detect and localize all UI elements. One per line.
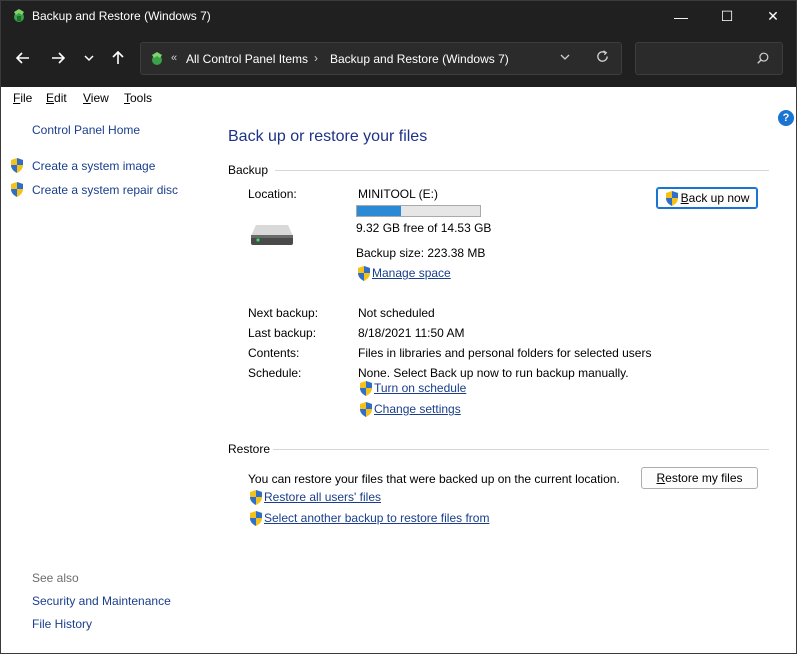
forward-button[interactable] <box>47 45 69 71</box>
create-repair-disc-link[interactable]: Create a system repair disc <box>32 183 178 197</box>
contents-value: Files in libraries and personal folders … <box>358 346 652 360</box>
schedule-value: None. Select Back up now to run backup m… <box>358 366 629 380</box>
maximize-button[interactable]: ☐ <box>704 1 750 32</box>
maximize-icon: ☐ <box>720 8 734 24</box>
turn-on-schedule-link[interactable]: Turn on schedule <box>374 381 466 395</box>
shield-icon <box>250 490 262 505</box>
security-maintenance-link[interactable]: Security and Maintenance <box>32 594 171 608</box>
minimize-icon: — <box>674 8 688 25</box>
search-input[interactable] <box>635 42 783 75</box>
restore-all-users-link[interactable]: Restore all users' files <box>264 490 381 504</box>
minimize-button[interactable]: — <box>658 1 704 32</box>
navigation-bar: « All Control Panel Items › Backup and R… <box>1 32 796 87</box>
arrow-up-icon <box>112 50 124 64</box>
backup-app-icon <box>14 9 24 22</box>
see-also-heading: See also <box>32 571 79 585</box>
address-dropdown-icon[interactable] <box>559 51 571 63</box>
shield-icon <box>360 402 372 417</box>
back-button[interactable] <box>12 45 34 71</box>
schedule-label: Schedule: <box>248 366 302 380</box>
recent-locations-button[interactable] <box>78 45 100 71</box>
close-icon: ✕ <box>767 8 779 24</box>
close-button[interactable]: ✕ <box>750 1 796 32</box>
chevron-down-icon <box>84 55 94 62</box>
control-panel-home-link[interactable]: Control Panel Home <box>32 123 140 137</box>
page-title: Back up or restore your files <box>228 128 428 145</box>
restore-section-heading: Restore <box>228 442 271 456</box>
free-space-text: 9.32 GB free of 14.53 GB <box>356 221 492 235</box>
breadcrumb-backup-restore[interactable]: Backup and Restore (Windows 7) <box>330 52 509 66</box>
breadcrumb-separator-icon[interactable]: › <box>314 51 318 65</box>
drive-usage-fill <box>357 206 402 216</box>
shield-icon <box>11 182 23 197</box>
up-button[interactable] <box>107 45 129 71</box>
refresh-icon[interactable] <box>595 49 610 64</box>
file-history-link[interactable]: File History <box>32 617 92 631</box>
window-title: Backup and Restore (Windows 7) <box>32 9 211 23</box>
last-backup-label: Last backup: <box>248 326 317 340</box>
help-icon[interactable]: ? <box>778 110 794 126</box>
control-panel-icon <box>152 52 162 65</box>
title-bar: Backup and Restore (Windows 7) — ☐ ✕ <box>1 1 796 32</box>
contents-label: Contents: <box>248 346 300 360</box>
next-backup-value: Not scheduled <box>358 306 435 320</box>
search-icon <box>757 52 769 64</box>
select-another-backup-link[interactable]: Select another backup to restore files f… <box>264 511 489 525</box>
restore-divider <box>273 449 769 450</box>
restore-my-files-button[interactable]: Restore my files <box>641 467 758 489</box>
shield-icon <box>250 511 262 526</box>
backup-section-heading: Backup <box>228 163 269 177</box>
arrow-left-icon <box>15 52 29 64</box>
next-backup-label: Next backup: <box>248 306 319 320</box>
backup-divider <box>275 170 769 171</box>
menu-tools[interactable]: Tools <box>124 91 152 105</box>
address-bar[interactable]: « All Control Panel Items › Backup and R… <box>140 42 622 75</box>
location-label: Location: <box>248 187 297 201</box>
back-up-now-button[interactable]: Back up now <box>656 187 758 209</box>
overflow-icon[interactable]: « <box>171 52 177 64</box>
manage-space-link[interactable]: Manage space <box>372 266 451 280</box>
shield-icon <box>665 190 678 206</box>
shield-icon <box>11 158 23 173</box>
left-pane: Control Panel Home Create a system image… <box>1 109 211 654</box>
change-settings-link[interactable]: Change settings <box>374 402 461 416</box>
shield-icon <box>360 381 372 396</box>
shield-icon <box>358 266 370 281</box>
window: Backup and Restore (Windows 7) — ☐ ✕ « A… <box>0 0 797 654</box>
drive-usage-bar <box>356 205 481 217</box>
create-system-image-link[interactable]: Create a system image <box>32 159 155 173</box>
menu-bar: File Edit View Tools <box>1 87 796 109</box>
breadcrumb-all-items[interactable]: All Control Panel Items <box>186 52 308 66</box>
arrow-right-icon <box>52 52 66 64</box>
drive-icon <box>251 225 293 245</box>
backup-size-text: Backup size: 223.38 MB <box>356 246 486 260</box>
menu-file[interactable]: File <box>13 91 32 105</box>
restore-description: You can restore your files that were bac… <box>248 472 620 486</box>
location-value: MINITOOL (E:) <box>358 187 439 201</box>
menu-edit[interactable]: Edit <box>46 91 67 105</box>
last-backup-value: 8/18/2021 11:50 AM <box>358 326 465 340</box>
menu-view[interactable]: View <box>83 91 109 105</box>
